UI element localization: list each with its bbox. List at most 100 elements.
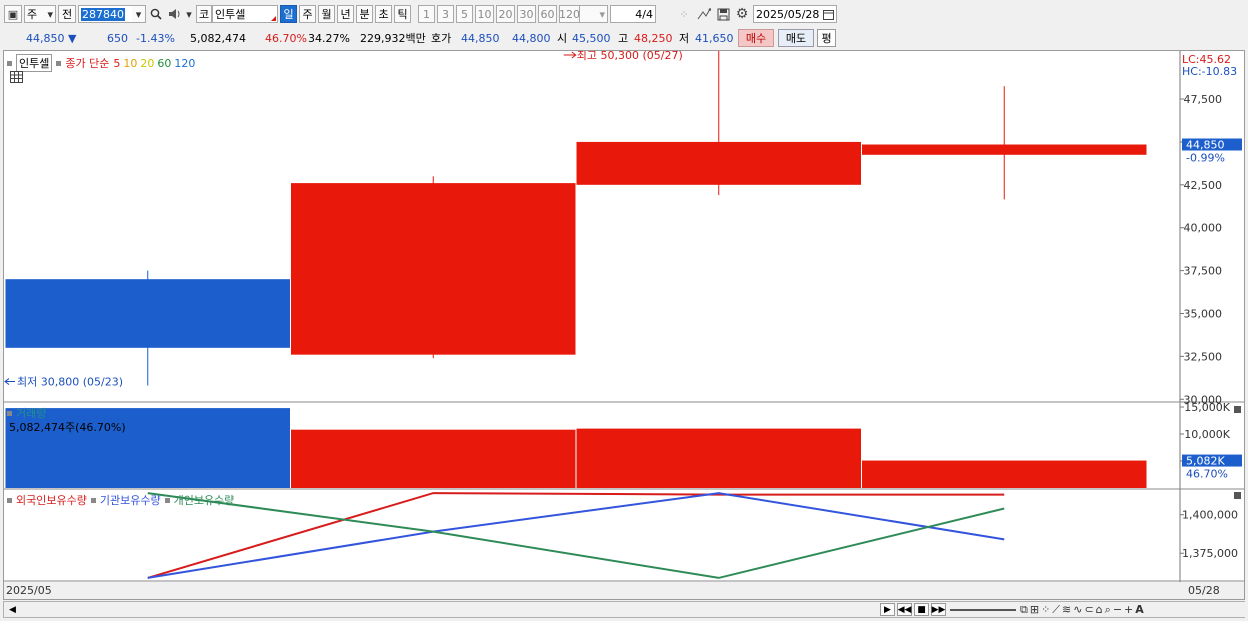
magnet-icon[interactable]: ⊂ [1084, 603, 1093, 616]
panel-menu-icon[interactable] [1234, 406, 1241, 413]
panel-marker-icon [56, 60, 62, 66]
dotted-tool-icon[interactable]: ⁘ [1041, 603, 1050, 616]
y-tick-label: 47,500 [1184, 93, 1223, 106]
zoom-icon[interactable]: ⌕ [1105, 603, 1111, 617]
wave-icon[interactable]: ∿ [1073, 603, 1082, 616]
trendline-icon[interactable]: ⟋ [1052, 603, 1060, 617]
speaker-icon[interactable] [166, 5, 184, 23]
y-tick-label: 15,000K [1184, 401, 1230, 414]
volume-ratio-pct: 34.27% [308, 31, 350, 45]
panel-marker-icon [164, 497, 170, 503]
speaker-dropdown-icon[interactable]: ▾ [184, 5, 194, 23]
candle-body[interactable] [862, 144, 1147, 155]
date-field[interactable]: 2025/05/28 [753, 5, 837, 23]
timeframe-button[interactable]: 일 [280, 5, 297, 23]
interval-button[interactable]: 1 [418, 5, 435, 23]
interval-button[interactable]: 3 [437, 5, 454, 23]
zoom-in-icon[interactable]: + [1124, 603, 1133, 616]
fast-forward-icon[interactable]: ▶▶ [931, 603, 946, 616]
interval-button[interactable]: 10 [475, 5, 494, 23]
quote-bar: 44,850 ▼ 650 -1.43% 5,082,474 46.70% 34.… [0, 27, 1248, 49]
interval-button[interactable]: 120 [559, 5, 580, 23]
draw-tool-icon[interactable] [695, 5, 713, 23]
price-change-pct: -1.43% [136, 31, 175, 45]
panel-menu-icon[interactable] [1234, 492, 1241, 499]
timeframe-button[interactable]: 년 [337, 5, 354, 23]
panel-marker-icon [7, 60, 12, 66]
chart-area[interactable]: 30,000 32,500 35,000 37,500 40,000 42,500 47,5… [3, 50, 1245, 600]
ma-period-label[interactable]: 10 [123, 57, 137, 70]
price-panel-header: 인투셀 종가 단순 5 10 20 60 120 [7, 54, 198, 72]
y-tick-label: 1,375,000 [1182, 547, 1238, 560]
chart-canvas[interactable]: 30,00032,50035,00037,50040,00042,50047,5… [4, 51, 1244, 599]
candle-body[interactable] [291, 183, 576, 355]
split-icon[interactable]: ⊞ [1030, 603, 1039, 616]
candle-body[interactable] [576, 141, 862, 185]
buy-button[interactable]: 매수 [738, 29, 774, 47]
candle-body[interactable] [5, 279, 291, 348]
volume-bar[interactable] [862, 460, 1147, 488]
code-dropdown-icon[interactable]: ▾ [132, 5, 146, 23]
timeframe-button[interactable]: 분 [356, 5, 373, 23]
ma-period-label[interactable]: 20 [140, 57, 154, 70]
sell-button[interactable]: 매도 [778, 29, 814, 47]
timeframe-button[interactable]: 주 [299, 5, 316, 23]
zoom-slider[interactable] [950, 608, 1016, 611]
interval-button[interactable]: 30 [517, 5, 536, 23]
ma-legend-label[interactable]: 종가 단순 [65, 55, 109, 71]
price-change: 650 [107, 31, 128, 45]
holding-legend-item[interactable]: 기관보유수량 [100, 492, 161, 508]
open-price: 45,500 [572, 31, 611, 45]
holding-legend-item[interactable]: 개인보유수량 [174, 492, 235, 508]
bid-price: 44,850 [461, 31, 500, 45]
holding-legend: 외국인보유수량 기관보유수량 개인보유수량 [7, 492, 234, 508]
y-tick-label: 32,500 [1184, 350, 1223, 363]
stop-icon[interactable]: ■ [914, 603, 929, 616]
market-tag: 코 [196, 5, 212, 23]
interval-button[interactable]: 20 [496, 5, 515, 23]
lock-icon[interactable]: ⌂ [1096, 603, 1103, 616]
period-select[interactable]: 주 ▾ [24, 5, 56, 23]
compare-icon[interactable]: ⁘ [674, 5, 694, 23]
copy-icon[interactable]: ⧉ [1020, 603, 1028, 617]
scroll-left-icon[interactable]: ◀ [5, 603, 20, 616]
high-annotation: 최고 50,300 (05/27) [577, 51, 683, 62]
chart-scrollbar[interactable]: ◀ ▶ ◀◀ ■ ▶▶ ⧉ ⊞ ⁘ ⟋ ≋ ∿ ⊂ ⌂ ⌕ − + A [3, 601, 1246, 618]
timeframe-button[interactable]: 월 [318, 5, 335, 23]
page-count-field[interactable]: 4/4 [610, 5, 656, 23]
calendar-icon[interactable] [823, 9, 834, 20]
volume-info: 5,082,474주(46.70%) [9, 421, 126, 434]
volume-current-label: 5,082K [1186, 455, 1225, 468]
fibonacci-icon[interactable]: ≋ [1062, 603, 1071, 616]
y-tick-label: 40,000 [1184, 222, 1223, 235]
low-price: 41,650 [695, 31, 734, 45]
gear-icon[interactable]: ⚙ [733, 5, 751, 23]
timeframe-button[interactable]: 틱 [394, 5, 411, 23]
trade-amount: 229,932백만 [360, 32, 426, 45]
search-icon[interactable] [148, 5, 164, 23]
auto-scale-icon[interactable]: A [1135, 603, 1144, 616]
y-tick-label: 35,000 [1184, 308, 1223, 321]
prev-button[interactable]: 전 [58, 5, 76, 23]
zoom-out-icon[interactable]: − [1113, 603, 1122, 616]
scroll-right-icon[interactable]: ▶ [880, 603, 895, 616]
ma-period-label[interactable]: 60 [157, 57, 171, 70]
timeframe-button[interactable]: 초 [375, 5, 392, 23]
window-icon[interactable]: ▣ [4, 5, 22, 23]
stock-name-field[interactable]: 인투셀 [212, 5, 278, 23]
volume-bar[interactable] [576, 428, 862, 488]
volume-bar[interactable] [291, 429, 576, 488]
interval-button[interactable]: 60 [538, 5, 557, 23]
save-icon[interactable] [714, 5, 732, 23]
volume-value: 5,082,474 [190, 31, 246, 45]
average-button[interactable]: 평 [817, 29, 836, 47]
rewind-icon[interactable]: ◀◀ [897, 603, 912, 616]
ma-period-label[interactable]: 5 [113, 57, 120, 70]
panel-marker-icon [7, 497, 12, 503]
panel-stock-name[interactable]: 인투셀 [16, 54, 53, 72]
chart-grid-icon[interactable] [10, 71, 23, 83]
interval-button[interactable]: 5 [456, 5, 473, 23]
ma-period-label[interactable]: 120 [174, 57, 195, 70]
holding-legend-item[interactable]: 외국인보유수량 [16, 492, 87, 508]
y-tick-label: 42,500 [1184, 179, 1223, 192]
